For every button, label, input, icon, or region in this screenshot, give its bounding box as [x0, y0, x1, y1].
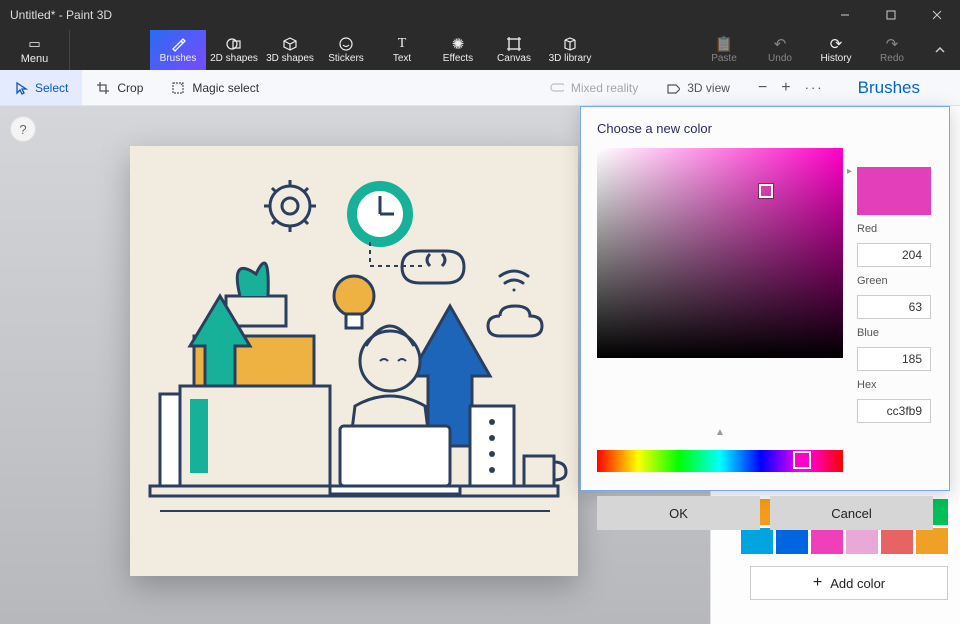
close-button[interactable]: [914, 0, 960, 30]
ribbon: ▭ Menu Brushes 2D shapes 3D shapes Stick…: [0, 30, 960, 70]
plus-icon: +: [813, 574, 822, 592]
history-icon: ⟳: [830, 36, 843, 52]
crop-icon: [96, 81, 110, 95]
view-3d-icon: [666, 81, 680, 95]
redo-icon: ↷: [886, 36, 899, 52]
undo-icon: ↶: [774, 36, 787, 52]
maximize-button[interactable]: [868, 0, 914, 30]
dialog-title: Choose a new color: [597, 121, 933, 136]
minimize-button[interactable]: [822, 0, 868, 30]
hue-slider[interactable]: [597, 450, 843, 472]
ribbon-brushes[interactable]: Brushes: [150, 30, 206, 70]
help-button[interactable]: ?: [10, 116, 36, 142]
ribbon-history[interactable]: ⟳History: [808, 30, 864, 70]
blue-input[interactable]: [857, 347, 931, 371]
canvas-icon: [506, 36, 522, 52]
ribbon-undo[interactable]: ↶Undo: [752, 30, 808, 70]
cursor-icon: [14, 81, 28, 95]
hex-input[interactable]: [857, 399, 931, 423]
more-options[interactable]: ···: [805, 80, 824, 95]
ribbon-3d-shapes[interactable]: 3D shapes: [262, 30, 318, 70]
ribbon-3d-library[interactable]: 3D library: [542, 30, 598, 70]
red-label: Red: [857, 223, 933, 235]
ribbon-redo[interactable]: ↷Redo: [864, 30, 920, 70]
cancel-button[interactable]: Cancel: [770, 496, 933, 530]
panel-title: Brushes: [838, 78, 960, 98]
hue-cursor[interactable]: [793, 451, 811, 469]
magic-select-tool[interactable]: Magic select: [157, 70, 273, 105]
text-icon: T: [398, 36, 407, 52]
stickers-icon: [338, 36, 354, 52]
color-swatch[interactable]: [846, 528, 878, 554]
library-3d-icon: [562, 36, 578, 52]
paste-icon: 📋: [715, 36, 734, 52]
add-color-button[interactable]: + Add color: [750, 566, 948, 600]
canvas-artwork[interactable]: [130, 146, 578, 576]
zoom-out[interactable]: −: [758, 79, 767, 97]
title-bar: Untitled* - Paint 3D: [0, 0, 960, 30]
triangle-right-icon: ▸: [847, 166, 923, 177]
ribbon-2d-shapes[interactable]: 2D shapes: [206, 30, 262, 70]
color-swatch[interactable]: [916, 528, 948, 554]
effects-icon: ✺: [452, 36, 465, 52]
shapes-2d-icon: [226, 36, 242, 52]
green-input[interactable]: [857, 295, 931, 319]
illustration: [130, 146, 578, 576]
ribbon-effects[interactable]: ✺ Effects: [430, 30, 486, 70]
sv-cursor[interactable]: [759, 184, 773, 198]
mixed-reality-tool[interactable]: Mixed reality: [536, 70, 652, 105]
sub-toolbar: Select Crop Magic select Mixed reality 3…: [0, 70, 960, 106]
select-tool[interactable]: Select: [0, 70, 82, 105]
3d-view-tool[interactable]: 3D view: [652, 70, 744, 105]
red-input[interactable]: [857, 243, 931, 267]
ribbon-stickers[interactable]: Stickers: [318, 30, 374, 70]
ribbon-canvas[interactable]: Canvas: [486, 30, 542, 70]
color-swatch[interactable]: [881, 528, 913, 554]
color-swatch[interactable]: [776, 528, 808, 554]
crop-tool[interactable]: Crop: [82, 70, 157, 105]
zoom-in[interactable]: +: [781, 79, 790, 97]
blue-label: Blue: [857, 327, 933, 339]
hue-pointer-icon: ▲: [715, 427, 723, 438]
hex-label: Hex: [857, 379, 933, 391]
ribbon-paste[interactable]: 📋Paste: [696, 30, 752, 70]
menu-icon: ▭: [28, 36, 40, 52]
color-picker-dialog: Choose a new color ▸ Red Green Blue Hex …: [580, 106, 950, 491]
menu-label: Menu: [21, 53, 49, 65]
mixed-reality-icon: [550, 81, 564, 95]
ok-button[interactable]: OK: [597, 496, 760, 530]
ribbon-text[interactable]: T Text: [374, 30, 430, 70]
app-title: Untitled* - Paint 3D: [10, 8, 112, 22]
collapse-ribbon[interactable]: [920, 30, 960, 70]
brush-icon: [170, 36, 186, 52]
color-swatch[interactable]: [811, 528, 843, 554]
green-label: Green: [857, 275, 933, 287]
saturation-value-box[interactable]: [597, 148, 843, 358]
menu-button[interactable]: ▭ Menu: [0, 30, 70, 70]
color-swatch[interactable]: [741, 528, 773, 554]
magic-select-icon: [171, 81, 185, 95]
shapes-3d-icon: [282, 36, 298, 52]
